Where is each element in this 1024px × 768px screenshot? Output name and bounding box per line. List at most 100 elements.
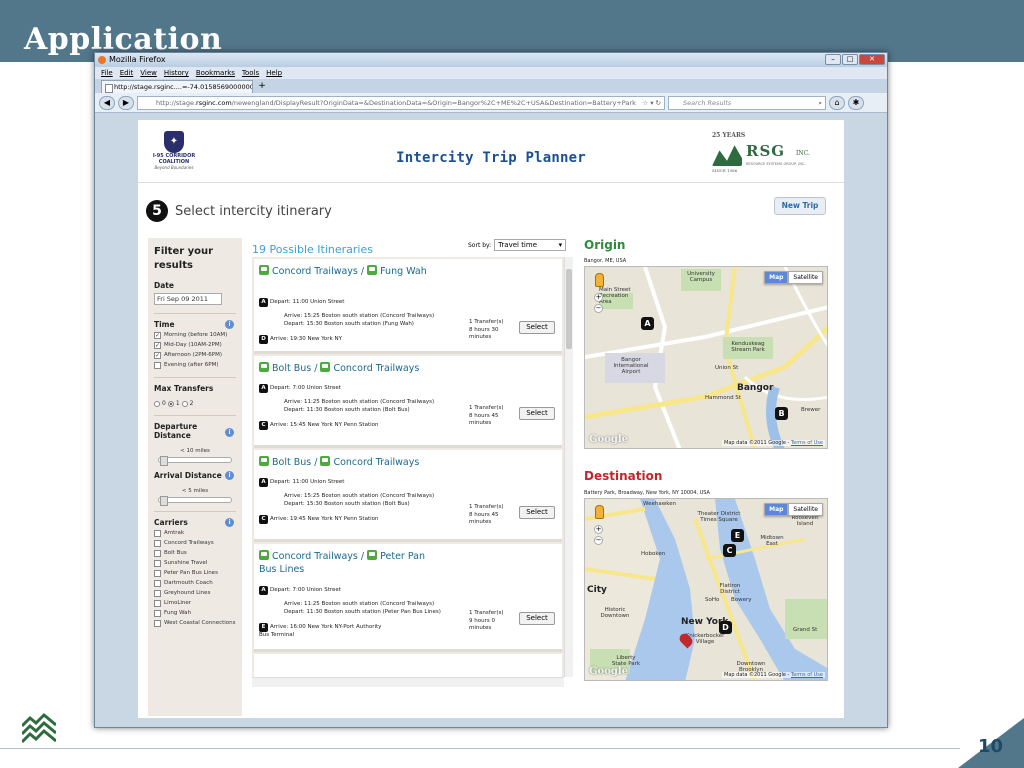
select-button[interactable]: Select	[519, 506, 555, 519]
checkbox-checked[interactable]: ✓	[154, 342, 162, 349]
checkbox-unchecked[interactable]	[154, 362, 161, 369]
carrier-label: Greyhound Lines	[164, 590, 211, 596]
final-arrive-row: E Arrive: 16:00 New York NY-Port Authorit…	[259, 623, 381, 632]
home-icon[interactable]: ⌂	[829, 95, 845, 110]
departure-distance-slider[interactable]	[158, 456, 232, 466]
map-marker-a-icon[interactable]: A	[641, 317, 654, 330]
checkbox-unchecked[interactable]	[154, 530, 161, 537]
menu-edit[interactable]: Edit	[120, 67, 134, 79]
checkbox-unchecked[interactable]	[154, 590, 161, 597]
arrive-text: Arrive: 15:25 Boston south station (Conc…	[284, 493, 435, 499]
map-view-button[interactable]: Map	[764, 271, 789, 284]
sort-select[interactable]: Travel time	[494, 239, 567, 251]
carrier-option[interactable]: Greyhound Lines	[154, 590, 236, 597]
map-label: SoHo	[705, 597, 720, 603]
menu-history[interactable]: History	[164, 67, 189, 79]
info-icon[interactable]: i	[225, 518, 234, 527]
horizontal-scrollbar[interactable]	[252, 677, 564, 687]
radio-2[interactable]	[181, 400, 188, 407]
radio-0[interactable]	[154, 400, 160, 407]
carrier-option[interactable]: LimoLiner	[154, 600, 236, 607]
scrollbar-thumb[interactable]	[566, 269, 572, 349]
url-bar[interactable]: http://stage.rsginc.com/newengland/Displ…	[137, 95, 665, 110]
menu-bookmarks[interactable]: Bookmarks	[196, 67, 235, 79]
addons-icon[interactable]: ✱	[848, 95, 864, 110]
zoom-in-icon[interactable]: +	[594, 525, 603, 534]
new-tab-button[interactable]: +	[255, 81, 269, 93]
browser-tab[interactable]: http://stage.rsginc....=-74.015856900000…	[101, 80, 253, 93]
checkbox-unchecked[interactable]	[154, 610, 161, 617]
carrier-label: Sunshine Travel	[164, 560, 208, 566]
map-marker-b-icon[interactable]: B	[775, 407, 788, 420]
terms-link[interactable]: Terms of Use	[791, 440, 823, 446]
carrier-option[interactable]: Bolt Bus	[154, 550, 236, 557]
map-marker-e-icon[interactable]: E	[731, 529, 744, 542]
time-option-evening[interactable]: Evening (after 6PM)	[154, 362, 236, 369]
checkbox-unchecked[interactable]	[154, 580, 161, 587]
pegman-icon[interactable]	[595, 505, 604, 519]
info-icon[interactable]: i	[225, 471, 234, 480]
carrier-option[interactable]: Sunshine Travel	[154, 560, 236, 567]
time-option-midday[interactable]: ✓ Mid-Day (10AM-2PM)	[154, 342, 236, 349]
select-button[interactable]: Select	[519, 321, 555, 334]
checkbox-checked[interactable]: ✓	[154, 352, 162, 359]
url-path: /newengland/DisplayResult?OriginData=&De…	[231, 98, 636, 107]
satellite-view-button[interactable]: Satellite	[788, 503, 823, 516]
checkbox-unchecked[interactable]	[154, 560, 161, 567]
destination-map[interactable]: Weehawken Theater District Times Square …	[584, 498, 828, 681]
arrival-distance-slider[interactable]	[158, 496, 232, 506]
radio-1[interactable]	[167, 400, 174, 407]
checkbox-checked[interactable]: ✓	[154, 332, 162, 339]
bookmark-star-icon[interactable]: ☆ ▾ ↻	[642, 97, 661, 109]
zoom-out-icon[interactable]: −	[594, 304, 603, 313]
map-marker-c-icon[interactable]: C	[723, 544, 736, 557]
info-icon[interactable]: i	[225, 428, 234, 437]
checkbox-unchecked[interactable]	[154, 570, 161, 577]
select-button[interactable]: Select	[519, 612, 555, 625]
search-icon[interactable]: ⌕	[818, 97, 822, 109]
itinerary-scrollbar[interactable]	[564, 257, 573, 677]
terms-link[interactable]: Terms of Use	[791, 672, 823, 678]
menu-tools[interactable]: Tools	[242, 67, 259, 79]
menu-view[interactable]: View	[140, 67, 157, 79]
pegman-icon[interactable]	[595, 273, 604, 287]
zoom-in-icon[interactable]: +	[594, 293, 603, 302]
maximize-button[interactable]: □	[842, 54, 858, 65]
time-option-morning[interactable]: ✓ Morning (before 10AM)	[154, 332, 236, 339]
zoom-out-icon[interactable]: −	[594, 536, 603, 545]
map-label: University Campus	[687, 271, 715, 283]
map-view-button[interactable]: Map	[764, 503, 789, 516]
back-button[interactable]: ◀	[99, 95, 115, 110]
time-option-afternoon[interactable]: ✓ Afternoon (2PM-6PM)	[154, 352, 236, 359]
origin-map[interactable]: University Campus Main Street Recreation…	[584, 266, 828, 449]
new-trip-button[interactable]: New Trip	[774, 197, 826, 215]
carrier-option[interactable]: Fung Wah	[154, 610, 236, 617]
checkbox-unchecked[interactable]	[154, 600, 161, 607]
map-type-toggle: Map Satellite	[764, 271, 823, 284]
carrier-option[interactable]: Concord Trailways	[154, 540, 236, 547]
search-input[interactable]: Search Results ⌕	[668, 95, 826, 110]
depart-text: Depart: 15:30 Boston south station (Bolt…	[284, 501, 410, 507]
carrier-option[interactable]: Amtrak	[154, 530, 236, 537]
arrive-text: Arrive: 19:30 New York NY	[270, 336, 342, 342]
itinerary-meta: 1 Transfer(s) 9 hours 0 minutes	[469, 610, 517, 633]
checkbox-unchecked[interactable]	[154, 620, 161, 627]
satellite-view-button[interactable]: Satellite	[788, 271, 823, 284]
menu-help[interactable]: Help	[266, 67, 282, 79]
carrier-option[interactable]: West Coastal Connections	[154, 620, 236, 627]
info-icon[interactable]: i	[225, 320, 234, 329]
minimize-button[interactable]: –	[825, 54, 841, 65]
page-viewport: ✦ I-95 CORRIDOR COALITION Beyond Boundar…	[138, 120, 844, 718]
menu-file[interactable]: File	[101, 67, 113, 79]
select-button[interactable]: Select	[519, 407, 555, 420]
zoom-control: + −	[594, 291, 604, 313]
close-button[interactable]: ✕	[859, 54, 885, 65]
marker-icon: D	[259, 335, 268, 344]
carrier-option[interactable]: Dartmouth Coach	[154, 580, 236, 587]
checkbox-unchecked[interactable]	[154, 540, 161, 547]
map-marker-d-icon[interactable]: D	[719, 621, 732, 634]
date-field[interactable]: Fri Sep 09 2011	[154, 293, 222, 305]
checkbox-unchecked[interactable]	[154, 550, 161, 557]
forward-button[interactable]: ▶	[118, 95, 134, 110]
carrier-option[interactable]: Peter Pan Bus Lines	[154, 570, 236, 577]
